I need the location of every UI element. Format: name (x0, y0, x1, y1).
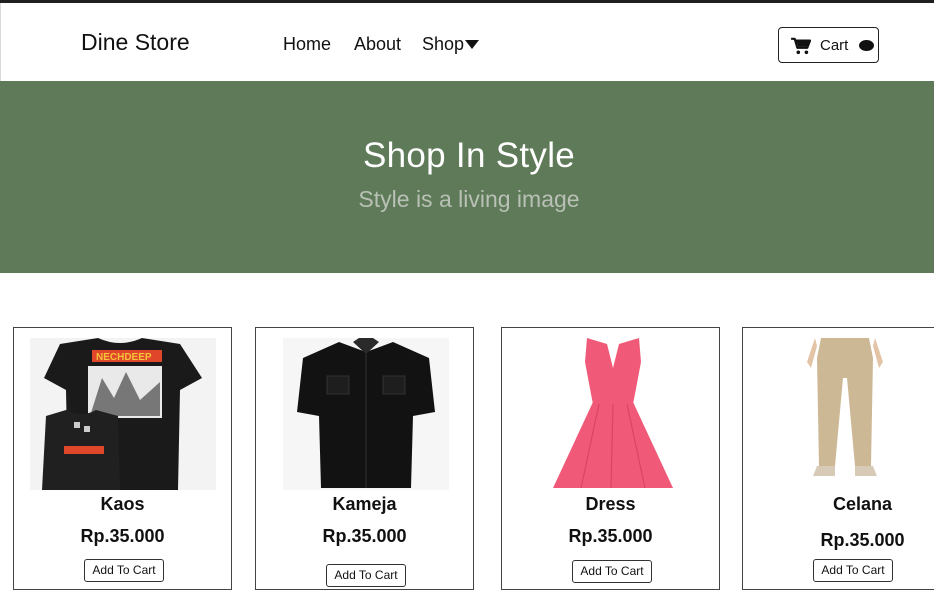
dress-image (551, 338, 675, 490)
pants-image (795, 338, 895, 478)
product-price: Rp.35.000 (568, 526, 653, 546)
tshirt-image: NECHDEEP (30, 338, 216, 490)
product-card-dress: Dress Rp.35.000 Add To Cart (501, 327, 720, 590)
add-to-cart-button[interactable]: Add To Cart (813, 559, 893, 582)
cart-button[interactable]: Cart (778, 27, 879, 63)
hero-title: Shop In Style (362, 136, 576, 175)
product-price: Rp.35.000 (322, 526, 407, 546)
cart-label: Cart (820, 37, 849, 54)
navbar: Dine Store Home About Shop Cart (0, 3, 934, 81)
add-to-cart-button[interactable]: Add To Cart (572, 560, 652, 583)
brand-logo[interactable]: Dine Store (81, 29, 190, 56)
nav-about-link[interactable]: About (354, 34, 401, 55)
shopping-cart-icon (791, 37, 812, 55)
hero-subtitle: Style is a living image (358, 186, 580, 212)
add-to-cart-button[interactable]: Add To Cart (326, 564, 406, 587)
shirt-image (283, 338, 449, 490)
nav-shop-label: Shop (422, 34, 465, 54)
tshirt-print-text: NECHDEEP (96, 352, 152, 363)
product-name: Dress (585, 494, 636, 514)
product-card-celana: Celana Rp.35.000 Add To Cart (742, 327, 934, 590)
product-card-kaos: NECHDEEP Kaos Rp.35.000 Add To Cart (13, 327, 232, 590)
hero-banner: Shop In Style Style is a living image (0, 81, 934, 273)
product-name: Kameja (332, 494, 397, 514)
product-price: Rp.35.000 (80, 526, 165, 546)
product-name: Celana (832, 494, 893, 514)
nav-shop-dropdown[interactable]: Shop (422, 34, 480, 55)
cart-count-badge (859, 40, 874, 51)
product-card-kameja: Kameja Rp.35.000 Add To Cart (255, 327, 474, 590)
caret-down-icon (465, 40, 480, 49)
product-name: Kaos (100, 494, 145, 514)
add-to-cart-button[interactable]: Add To Cart (84, 559, 164, 582)
nav-home-link[interactable]: Home (283, 34, 331, 55)
product-price: Rp.35.000 (820, 530, 905, 550)
